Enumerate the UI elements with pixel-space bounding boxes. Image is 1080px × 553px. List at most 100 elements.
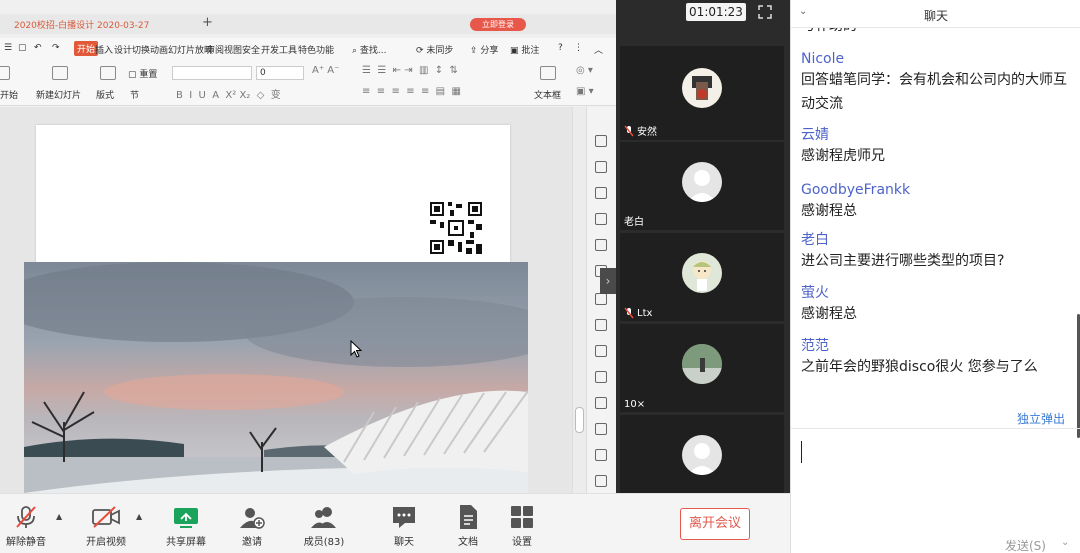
menu-security[interactable]: 安全 [242, 43, 260, 56]
menu-view[interactable]: 视图 [224, 43, 242, 56]
layout-icon[interactable] [100, 66, 116, 80]
save-icon[interactable]: ▢ [18, 43, 27, 53]
participant-tile[interactable]: 安然 [620, 46, 784, 140]
landscape-drawing [24, 262, 528, 493]
side-tool-icon[interactable] [595, 187, 607, 199]
members-button[interactable]: 成员(83) [294, 504, 354, 550]
avatar [682, 435, 722, 475]
wps-login-badge[interactable]: 立即登录 [470, 18, 526, 31]
fullscreen-icon[interactable] [758, 5, 772, 19]
new-tab-icon[interactable]: + [202, 15, 213, 30]
participant-tile[interactable]: 10× [620, 324, 784, 412]
side-tool-icon[interactable] [595, 161, 607, 173]
meeting-toolbar: 解除静音 ▲ 开启视频 ▲ 共享屏幕 邀请 成员(83) 聊天 文档 设置 离开… [0, 493, 790, 553]
collapse-ribbon-icon[interactable]: ︿ [594, 43, 603, 56]
expand-strip-arrow[interactable]: › [600, 268, 616, 294]
wps-review[interactable]: ▣ 批注 [510, 43, 539, 56]
more-icon[interactable]: ⋮ [574, 43, 583, 53]
side-tool-icon[interactable] [595, 293, 607, 305]
share-screen-icon [174, 508, 198, 528]
help-icon[interactable]: ? [558, 43, 563, 53]
menu-transition[interactable]: 切换 [132, 43, 150, 56]
participant-name-text: 10× [624, 399, 646, 410]
menu-review[interactable]: 审阅 [206, 43, 224, 56]
share-screen-label: 共享屏幕 [166, 537, 206, 548]
participant-name-text: Ltx [637, 307, 653, 319]
menu-animation[interactable]: 动画 [150, 43, 168, 56]
new-slide-icon[interactable] [52, 66, 68, 80]
popout-link[interactable]: 独立弹出 [1017, 410, 1065, 427]
shape-icon[interactable]: ◎ ▾ [576, 65, 593, 76]
wps-document-tab[interactable]: 2020校招-白播设计 2020-03-27 [14, 18, 149, 31]
picture-icon[interactable]: ▣ ▾ [576, 86, 594, 97]
docs-button[interactable]: 文档 [438, 504, 498, 550]
menu-design[interactable]: 设计 [114, 43, 132, 56]
list-item: 范范 之前年会的野狼disco很火 您参与了么 [801, 337, 1073, 379]
unmute-button[interactable]: 解除静音 [0, 504, 56, 550]
side-tool-icon[interactable] [595, 319, 607, 331]
side-tool-icon[interactable] [595, 397, 607, 409]
ribbon-reset[interactable]: ▢ 重置 [128, 67, 157, 80]
unmute-label: 解除静音 [6, 537, 46, 548]
side-tool-icon[interactable] [595, 239, 607, 251]
start-video-button[interactable]: 开启视频 [76, 504, 136, 550]
add-user-icon [240, 508, 265, 529]
send-button[interactable]: 发送(S) [1005, 537, 1046, 553]
members-icon [311, 507, 336, 528]
ribbon-new-slide[interactable]: 新建幻灯片 [36, 88, 81, 101]
avatar [682, 162, 722, 202]
message-text: 回答蜡笔同学：会有机会和公司内的大师互动交流 [801, 72, 1067, 112]
font-name-select[interactable] [172, 66, 252, 80]
side-tool-icon[interactable] [595, 449, 607, 461]
wps-sync[interactable]: ⟳ 未同步 [416, 43, 453, 56]
ribbon-start[interactable]: 开始 [0, 88, 18, 101]
ribbon-textbox[interactable]: 文本框 [534, 88, 561, 101]
redo-icon[interactable]: ↷ [52, 43, 60, 53]
invite-label: 邀请 [242, 537, 262, 548]
document-icon [460, 505, 477, 529]
textbox-icon[interactable] [540, 66, 556, 80]
wps-search[interactable]: ⌕ 查找... [352, 43, 387, 56]
chat-button[interactable]: 聊天 [374, 504, 434, 550]
participant-strip: 安然 老白 Ltx 10× [620, 46, 784, 493]
send-options-chevron-icon[interactable]: ⌄ [1061, 537, 1069, 548]
start-icon[interactable] [0, 66, 10, 80]
chat-message-list[interactable]: 与补助的 Nicole 回答蜡笔同学：会有机会和公司内的大师互动交流 云婧 感谢… [791, 28, 1080, 400]
audio-options-caret-icon[interactable]: ▲ [56, 512, 62, 521]
video-options-caret-icon[interactable]: ▲ [136, 512, 142, 521]
list-icons[interactable]: ☰ ☰ ⇤ ⇥ ▥ ↕ ⇅ [362, 65, 458, 76]
avatar-photo-icon [682, 344, 722, 384]
slide-scrollbar-thumb[interactable] [575, 407, 584, 433]
font-size-select[interactable]: 0 [256, 66, 304, 80]
wps-share[interactable]: ⇪ 分享 [470, 43, 498, 56]
wps-share-label: 分享 [480, 46, 499, 56]
side-tool-icon[interactable] [595, 423, 607, 435]
invite-button[interactable]: 邀请 [222, 504, 282, 550]
share-screen-button[interactable]: 共享屏幕 [156, 504, 216, 550]
list-item: GoodbyeFrankk 感谢程总 [801, 181, 1073, 223]
leave-meeting-button[interactable]: 离开会议 [680, 508, 750, 540]
ribbon-layout[interactable]: 版式 [96, 88, 114, 101]
side-tool-icon[interactable] [595, 371, 607, 383]
menu-features[interactable]: 特色功能 [298, 43, 334, 56]
slide-scrollbar[interactable] [572, 107, 586, 493]
menu-developer[interactable]: 开发工具 [261, 43, 297, 56]
side-tool-icon[interactable] [595, 213, 607, 225]
font-grow-icon[interactable]: A⁺ A⁻ [312, 65, 339, 76]
participant-tile[interactable] [620, 415, 784, 493]
align-icons[interactable]: ≡ ≡ ≡ ≡ ≡ ▤ ▦ [362, 86, 461, 97]
side-tool-icon[interactable] [595, 135, 607, 147]
menu-icon[interactable]: ☰ [4, 43, 12, 53]
participant-tile[interactable]: 老白 [620, 142, 784, 230]
participant-tile[interactable]: Ltx [620, 233, 784, 321]
side-tool-icon[interactable] [595, 475, 607, 487]
settings-button[interactable]: 设置 [492, 504, 552, 550]
ribbon-section[interactable]: 节 [130, 88, 139, 101]
undo-icon[interactable]: ↶ [34, 43, 42, 53]
side-tool-icon[interactable] [595, 345, 607, 357]
font-format-icons[interactable]: B I U A X² X₂ ◇ 变 [176, 86, 281, 101]
chat-input[interactable]: 发送(S) ⌄ [791, 428, 1080, 553]
meeting-timer: 01:01:23 [686, 3, 746, 21]
menu-insert[interactable]: 插入 [95, 43, 113, 56]
chat-label: 聊天 [394, 537, 414, 548]
